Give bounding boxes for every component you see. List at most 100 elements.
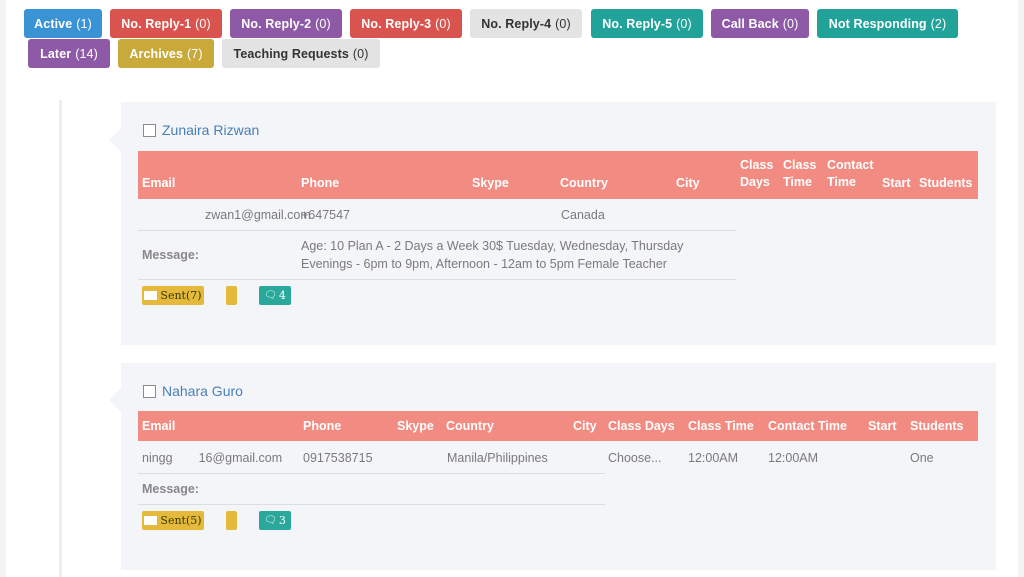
row-divider bbox=[138, 279, 736, 280]
col-phone: Phone bbox=[301, 176, 340, 190]
lead-name[interactable]: Zunaira Rizwan bbox=[162, 122, 259, 138]
tab-count: (0) bbox=[352, 46, 369, 61]
col-country: Country bbox=[446, 419, 494, 433]
select-checkbox[interactable] bbox=[143, 123, 156, 137]
tab-call-back[interactable]: Call Back (0) bbox=[711, 9, 809, 38]
tab-label: No. Reply-5 bbox=[602, 16, 673, 31]
col-email: Email bbox=[142, 419, 176, 433]
tab-count: (0) bbox=[782, 16, 799, 31]
status-button[interactable] bbox=[226, 286, 237, 305]
row-divider bbox=[138, 504, 605, 505]
tab-teaching-requests[interactable]: Teaching Requests (0) bbox=[222, 39, 380, 68]
tab-no-reply-4[interactable]: No. Reply-4 (0) bbox=[470, 9, 582, 38]
tab-count: (7) bbox=[187, 46, 203, 61]
comments-icon: 🗨 bbox=[264, 515, 277, 526]
col-class-time: Class Time bbox=[688, 419, 754, 433]
cell-class-time: 12:00AM bbox=[688, 451, 739, 465]
tab-no-reply-3[interactable]: No. Reply-3 (0) bbox=[350, 9, 462, 38]
table-header: Email Phone Skype Country City Class Day… bbox=[138, 411, 978, 441]
sent-button[interactable]: Sent(5) bbox=[142, 511, 204, 530]
cell-email: ningg 16@gmail.com bbox=[142, 451, 282, 465]
tab-label: No. Reply-3 bbox=[361, 16, 432, 31]
email-suffix: 16@gmail.com bbox=[198, 451, 283, 465]
cell-phone: +647547 bbox=[301, 208, 351, 222]
tab-label: Teaching Requests bbox=[233, 46, 349, 61]
message-text: Age: 10 Plan A - 2 Days a Week 30$ Tuesd… bbox=[301, 237, 683, 273]
col-students: Students bbox=[919, 176, 973, 190]
tab-count: (0) bbox=[676, 16, 692, 31]
sent-label: Sent(5) bbox=[160, 514, 202, 527]
tab-label: Call Back bbox=[721, 16, 779, 31]
col-start: Start bbox=[868, 419, 897, 433]
phone-prefix: 09175387 bbox=[303, 451, 359, 465]
tab-count: (0) bbox=[435, 16, 451, 31]
card-header: Zunaira Rizwan bbox=[143, 122, 259, 138]
col-class-time: Class Time bbox=[783, 158, 817, 189]
envelope-icon bbox=[144, 291, 158, 300]
tab-count: (0) bbox=[555, 16, 571, 31]
sent-label: Sent(7) bbox=[160, 289, 202, 302]
cell-class-days[interactable]: Choose... bbox=[608, 451, 662, 465]
message-label: Message: bbox=[142, 482, 199, 496]
tab-label: Active bbox=[34, 16, 73, 31]
lead-card: Zunaira Rizwan Email Phone Skype Country… bbox=[109, 102, 996, 345]
table-header: Email Phone Skype Country City Class Day… bbox=[138, 151, 978, 199]
card-pointer bbox=[109, 388, 121, 412]
tab-label: Archives bbox=[129, 46, 184, 61]
tab-not-responding[interactable]: Not Responding (2) bbox=[817, 9, 958, 38]
col-class-days: Class Days bbox=[608, 419, 675, 433]
col-class-days: Class Days bbox=[740, 158, 774, 189]
lead-card: Nahara Guro Email Phone Skype Country Ci… bbox=[109, 363, 996, 570]
tab-label: No. Reply-4 bbox=[481, 16, 552, 31]
col-email: Email bbox=[142, 176, 176, 190]
tab-no-reply-1[interactable]: No. Reply-1 (0) bbox=[110, 9, 222, 38]
phone-suffix: 15 bbox=[358, 451, 373, 465]
email-prefix: ningg bbox=[142, 451, 173, 465]
row-divider bbox=[138, 473, 605, 474]
tab-count: (2) bbox=[930, 16, 947, 31]
col-start: Start bbox=[882, 176, 911, 190]
col-contact-time: Contact Time bbox=[768, 419, 847, 433]
envelope-icon bbox=[144, 516, 158, 525]
tab-label: No. Reply-2 bbox=[241, 16, 312, 31]
tab-count: (1) bbox=[76, 16, 92, 31]
select-checkbox[interactable] bbox=[143, 384, 156, 398]
comments-count: 3 bbox=[278, 514, 286, 527]
col-country: Country bbox=[560, 176, 608, 190]
col-skype: Skype bbox=[472, 176, 509, 190]
card-pointer bbox=[109, 128, 121, 152]
tab-active[interactable]: Active (1) bbox=[24, 9, 102, 38]
message-label: Message: bbox=[142, 248, 199, 262]
cell-students: One bbox=[910, 451, 934, 465]
comments-count: 4 bbox=[278, 289, 286, 302]
col-skype: Skype bbox=[397, 419, 434, 433]
col-city: City bbox=[676, 176, 700, 190]
cell-contact-time: 12:00AM bbox=[768, 451, 819, 465]
sent-button[interactable]: Sent(7) bbox=[142, 286, 204, 305]
tab-count: (14) bbox=[75, 46, 98, 61]
tab-no-reply-2[interactable]: No. Reply-2 (0) bbox=[230, 9, 342, 38]
cell-email: zwan1@gmail.com bbox=[205, 208, 311, 222]
lead-name[interactable]: Nahara Guro bbox=[162, 383, 243, 399]
tab-count: (0) bbox=[195, 16, 211, 31]
row-divider bbox=[138, 230, 736, 231]
col-contact-time: Contact Time bbox=[827, 158, 874, 189]
comments-button[interactable]: 🗨 3 bbox=[259, 511, 291, 530]
status-button[interactable] bbox=[226, 511, 237, 530]
card-header: Nahara Guro bbox=[143, 383, 243, 399]
cell-country: Manila/Philippines bbox=[447, 451, 548, 465]
tab-label: Not Responding bbox=[828, 16, 927, 31]
tab-no-reply-5[interactable]: No. Reply-5 (0) bbox=[591, 9, 703, 38]
comments-icon: 🗨 bbox=[264, 290, 277, 301]
col-students: Students bbox=[910, 419, 964, 433]
cell-phone: 0917538715 bbox=[303, 451, 373, 465]
message-line: Age: 10 Plan A - 2 Days a Week 30$ Tuesd… bbox=[301, 239, 684, 253]
col-city: City bbox=[573, 419, 597, 433]
tab-label: No. Reply-1 bbox=[121, 16, 192, 31]
tab-archives[interactable]: Archives (7) bbox=[118, 39, 214, 68]
message-line: Evenings - 6pm to 9pm, Afternoon - 12am … bbox=[301, 257, 667, 271]
col-phone: Phone bbox=[303, 419, 342, 433]
tab-later[interactable]: Later (14) bbox=[28, 39, 110, 68]
comments-button[interactable]: 🗨 4 bbox=[259, 286, 291, 305]
tab-count: (0) bbox=[315, 16, 331, 31]
